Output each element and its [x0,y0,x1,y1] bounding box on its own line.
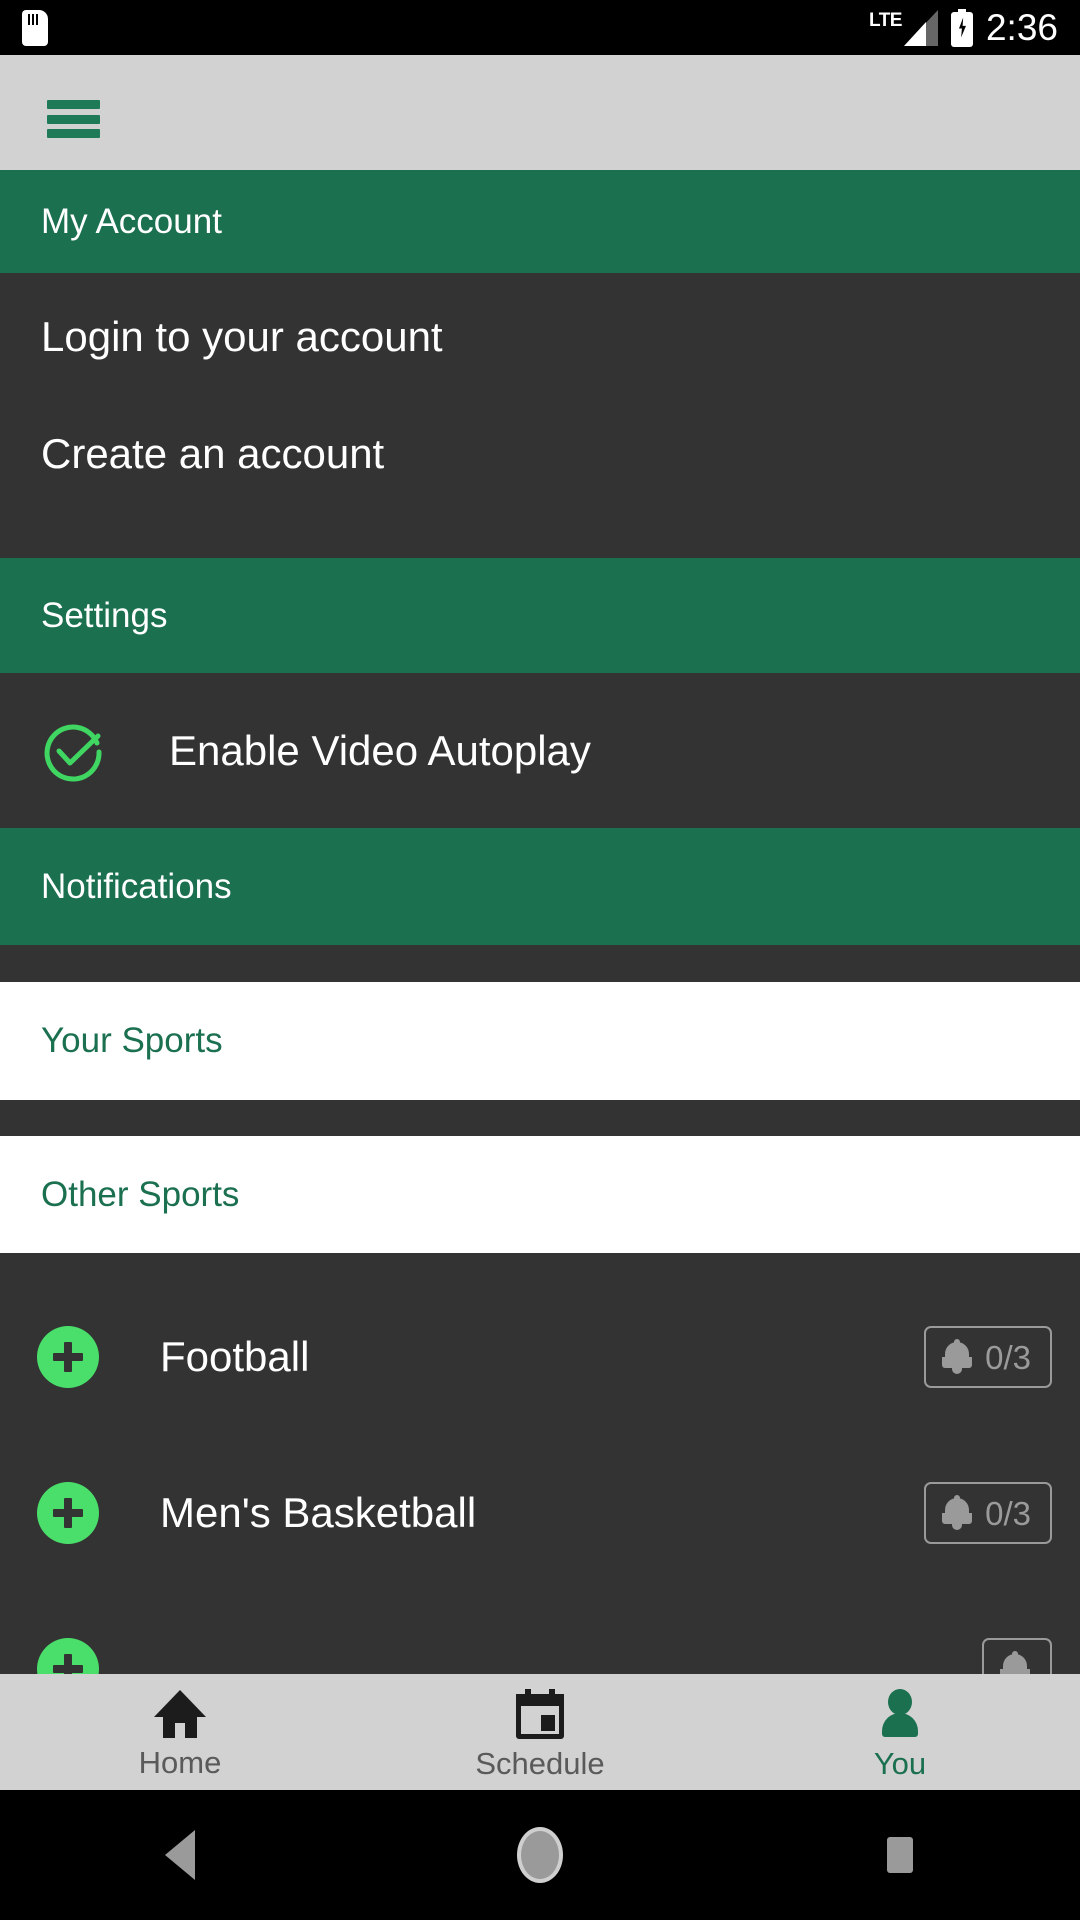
sport-row-mens-basketball[interactable]: Men's Basketball 0/3 [0,1461,1080,1565]
check-circle-icon[interactable] [41,719,105,783]
spacer-after-sport-rows [0,1565,1080,1617]
sport-name-mens-basketball: Men's Basketball [160,1489,477,1536]
status-bar-clock: 2:36 [985,7,1058,48]
plus-circle-icon[interactable] [37,1326,99,1388]
home-circle-icon [517,1827,563,1883]
notification-badge-mens-basketball[interactable]: 0/3 [924,1482,1052,1544]
your-sports-header: Your Sports [0,982,1080,1100]
status-bar-right: LTE 2:36 [869,7,1058,48]
android-back-button[interactable] [0,1830,360,1880]
app-bar [0,55,1080,170]
phone-screen: LTE 2:36 My Account Login to your accoun… [0,0,1080,1920]
sport-row-partial[interactable] [0,1617,1080,1674]
nav-label-schedule: Schedule [475,1746,605,1781]
section-title-settings: Settings [41,595,168,635]
spacer-between-sport-rows [0,1409,1080,1461]
section-title-notifications: Notifications [41,866,232,906]
sport-name-football: Football [160,1333,310,1380]
login-label: Login to your account [41,313,443,360]
nav-label-you: You [873,1746,927,1781]
network-type-label: LTE [869,9,902,31]
section-title-my-account: My Account [41,201,222,241]
battery-charging-icon [950,8,973,47]
section-header-my-account: My Account [0,170,1080,273]
spacer-before-sport-rows [0,1253,1080,1305]
enable-video-autoplay-row[interactable]: Enable Video Autoplay [0,673,1080,828]
notification-count-mens-basketball: 0/3 [985,1494,1031,1532]
spacer-after-account [0,513,1080,558]
section-header-settings: Settings [0,558,1080,673]
status-bar: LTE 2:36 [0,0,1080,55]
sport-row-football[interactable]: Football 0/3 [0,1305,1080,1409]
nav-label-home: Home [138,1745,222,1780]
plus-circle-icon[interactable] [37,1482,99,1544]
android-recents-button[interactable] [720,1837,1080,1873]
section-header-notifications: Notifications [0,828,1080,945]
your-sports-label: Your Sports [41,1021,223,1060]
settings-content: My Account Login to your account Create … [0,170,1080,1674]
nav-item-home[interactable]: Home [0,1674,360,1790]
bell-icon [941,1339,973,1375]
bell-icon [941,1495,973,1531]
nav-item-schedule[interactable]: Schedule [360,1674,720,1790]
plus-circle-icon[interactable] [37,1638,99,1674]
enable-video-autoplay-label: Enable Video Autoplay [169,726,591,774]
other-sports-label: Other Sports [41,1174,240,1214]
person-icon [876,1689,924,1739]
android-home-button[interactable] [360,1827,720,1883]
signal-indicator: LTE [869,9,938,46]
other-sports-header: Other Sports [0,1136,1080,1253]
bell-icon [999,1651,1031,1674]
login-row[interactable]: Login to your account [0,273,1080,395]
calendar-icon [516,1689,564,1739]
status-bar-left [22,9,48,46]
signal-bars-icon [903,9,938,46]
create-account-label: Create an account [41,430,385,477]
hamburger-menu-icon[interactable] [47,100,100,138]
nav-item-you[interactable]: You [720,1674,1080,1790]
back-triangle-icon [165,1830,195,1880]
sd-card-icon [22,9,48,46]
home-icon [154,1690,206,1738]
create-account-row[interactable]: Create an account [0,395,1080,513]
spacer-between-sports [0,1100,1080,1136]
notification-badge-football[interactable]: 0/3 [924,1326,1052,1388]
notification-badge-partial[interactable] [982,1638,1052,1674]
bottom-navigation-bar: Home Schedule You [0,1674,1080,1790]
spacer-after-notifications [0,945,1080,982]
recents-square-icon [887,1837,913,1873]
android-navigation-bar [0,1790,1080,1920]
notification-count-football: 0/3 [985,1338,1031,1376]
